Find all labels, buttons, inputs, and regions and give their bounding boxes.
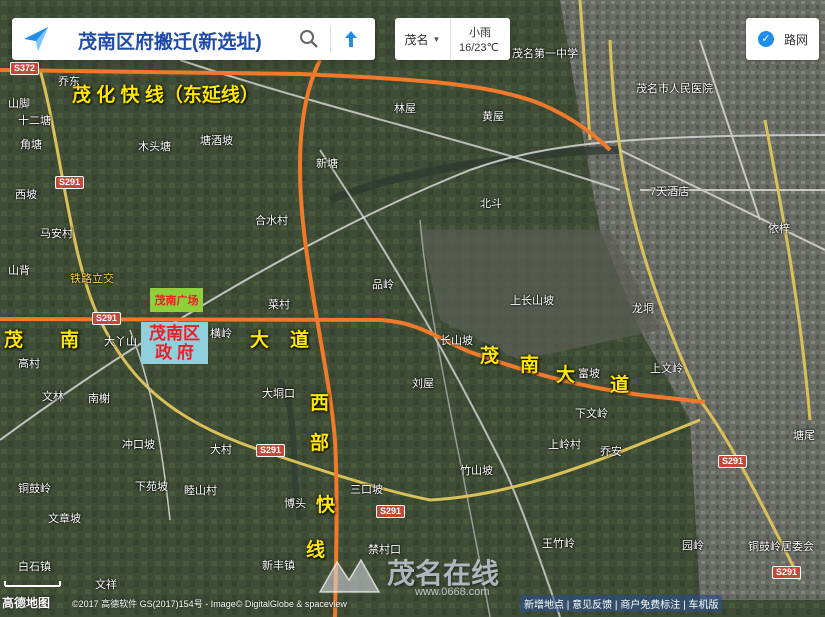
place-label: 乔安 [600,446,622,458]
amap-logo[interactable]: 高德地图 [2,594,50,611]
footer-link-new-place[interactable]: 新增地点 [524,600,564,611]
place-label: 下苑坡 [135,481,168,493]
map-footer: 高德地图 ©2017 高德软件 GS(2017)154号 - Image© Di… [0,592,825,617]
place-label: 7天酒店 [650,186,690,198]
place-label: 塘酒坡 [200,135,233,147]
place-label: 园岭 [682,540,704,552]
place-label: 山脚 [8,98,30,110]
road-label-west-2: 部 [310,433,330,454]
shield-s291: S291 [718,455,748,468]
place-label: 南榭 [88,393,110,405]
place-label: 角塘 [20,139,42,151]
place-label: 山背 [8,265,30,277]
place-label: 王竹岭 [542,538,575,550]
weather-widget[interactable]: 茂名 ▼ 小雨 16/23℃ [395,18,510,60]
road-label-maonan-e-2: 南 [520,355,540,376]
place-label: 冲口坡 [122,439,155,451]
shield-s291: S291 [772,566,802,579]
weather-condition: 小雨 [469,27,491,39]
copyright-text: ©2017 高德软件 GS(2017)154号 - Image© Digital… [72,599,347,609]
place-label: 睦山村 [184,485,217,497]
place-label: 三口坡 [350,484,383,496]
place-label: 上长山坡 [510,295,554,307]
search-icon[interactable] [298,28,320,50]
shield-s291: S291 [92,312,122,325]
place-label: 高村 [18,358,40,370]
place-label: 博头 [284,498,306,510]
place-label: 白石镇 [18,561,51,573]
place-label: 长山坡 [440,335,473,347]
place-label: 横岭 [210,328,232,340]
place-label: 大丫山 [104,336,137,348]
place-label: 上文岭 [650,363,683,375]
place-label: 刘屋 [412,378,434,390]
city-name: 茂名 [404,32,429,47]
road-label-maonan-e-3: 大 [556,365,576,386]
city-selector[interactable]: 茂名 ▼ [395,18,451,60]
place-label: 菜村 [268,299,290,311]
place-label: 林屋 [394,103,416,115]
road-network-toggle[interactable]: ✓ 路网 [746,18,819,60]
app-logo-icon[interactable] [20,23,52,55]
place-label: 塘尾 [793,430,815,442]
place-label: 铁路立交 [70,273,114,285]
road-label-maonan-w-4: 道 [290,330,310,351]
place-label: 北斗 [480,198,502,210]
place-label: 马安村 [40,228,73,240]
footer-link-car[interactable]: 车机版 [688,600,718,611]
plaza-marker[interactable]: 茂南广场 [150,288,203,312]
directions-icon[interactable] [340,28,362,50]
place-label: 黄屋 [482,111,504,123]
road-label-maohua: 茂 化 快 线（东延线） [72,85,259,106]
road-label-west-1: 西 [310,393,330,414]
place-label: 十二塘 [18,115,51,127]
divider [330,26,331,52]
place-label: 茂名市人民医院 [636,83,713,95]
shield-s291: S291 [256,444,286,457]
place-label: 西坡 [15,189,37,201]
road-label-maonan-e-1: 茂 [480,346,500,367]
shield-s291: S291 [376,505,406,518]
road-label-west-3: 快 [316,495,336,516]
road-label-maonan-w-3: 大 [250,330,270,351]
chevron-down-icon: ▼ [432,34,441,44]
place-label: 木头塘 [138,141,171,153]
road-network-label: 路网 [784,33,809,47]
place-label: 文章坡 [48,513,81,525]
place-label: 文祥 [95,579,117,591]
place-label: 大垌口 [262,388,295,400]
place-label: 铜鼓岭居委会 [748,541,814,553]
footer-link-feedback[interactable]: 意见反馈 [572,600,612,611]
checkbox-checked-icon[interactable]: ✓ [758,31,774,47]
place-label: 大村 [210,444,232,456]
place-label: 富坡 [578,368,600,380]
district-gov-marker[interactable]: 茂南区 政 府 [141,322,208,364]
place-label: 上岭村 [548,439,581,451]
place-label: 下文岭 [575,408,608,420]
road-label-maonan-w-1: 茂 [4,330,24,351]
road-label-maonan-w-2: 南 [60,330,80,351]
place-label: 茂名第一中学 [512,48,578,60]
district-gov-line1: 茂南区 [149,324,200,343]
place-label: 竹山坡 [460,465,493,477]
footer-links: 新增地点 | 意见反馈 | 商户免费标注 | 车机版 [520,595,723,612]
place-label: 铜鼓岭 [18,483,51,495]
road-label-maonan-e-4: 道 [610,375,630,396]
search-box[interactable]: 茂南区府搬迁(新选址) [12,18,375,60]
place-label: 龙垌 [632,303,654,315]
search-query[interactable]: 茂南区府搬迁(新选址) [78,27,262,54]
place-label: 依梓 [768,223,790,235]
place-label: 乔东 [58,76,80,88]
plaza-label: 茂南广场 [154,295,199,307]
district-gov-line2: 政 府 [155,343,194,362]
place-label: 合水村 [255,215,288,227]
shield-s291: S291 [55,176,85,189]
place-label: 新丰镇 [262,560,295,572]
weather-temp: 16/23℃ [459,42,499,54]
place-label: 品岭 [372,279,394,291]
place-label: 新塘 [316,158,338,170]
shield-s372: S372 [10,62,40,75]
footer-link-merchant[interactable]: 商户免费标注 [620,600,680,611]
place-label: 文林 [42,391,64,403]
